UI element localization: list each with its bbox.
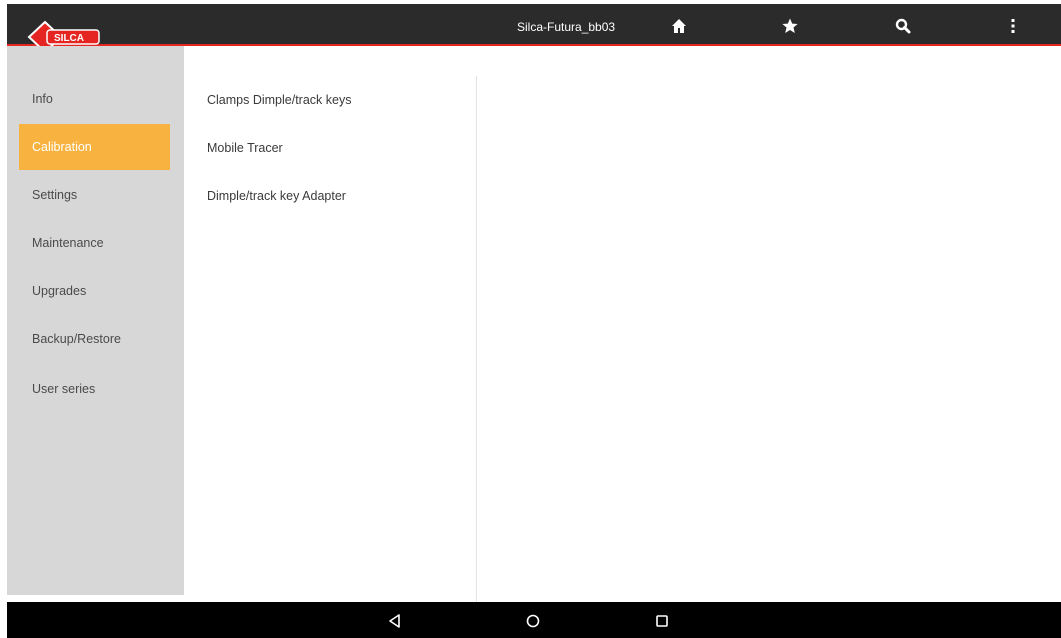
more-vertical-icon[interactable] — [1004, 17, 1022, 35]
top-app-bar: SILCA Silca-Futura_bb03 — [7, 4, 1061, 54]
recents-icon[interactable] — [653, 612, 671, 630]
sidebar-item-upgrades[interactable]: Upgrades — [19, 268, 170, 314]
calibration-item-mobile-tracer[interactable]: Mobile Tracer — [207, 140, 283, 156]
sidebar: Info Calibration Settings Maintenance Up… — [7, 46, 184, 595]
calibration-item-adapter[interactable]: Dimple/track key Adapter — [207, 188, 346, 204]
sidebar-item-info[interactable]: Info — [19, 76, 170, 122]
logo-text: SILCA — [54, 33, 84, 44]
system-navigation-bar — [7, 602, 1061, 638]
back-icon[interactable] — [386, 612, 404, 630]
sidebar-item-settings[interactable]: Settings — [19, 172, 170, 218]
app-title: Silca-Futura_bb03 — [517, 20, 616, 34]
sidebar-item-backup-restore[interactable]: Backup/Restore — [19, 316, 170, 362]
star-icon[interactable] — [781, 17, 799, 35]
app-window: SILCA Silca-Futura_bb03 Info Calibration… — [0, 0, 1061, 638]
search-icon[interactable] — [894, 17, 912, 35]
sidebar-item-maintenance[interactable]: Maintenance — [19, 220, 170, 266]
sidebar-item-user-series[interactable]: User series — [19, 366, 170, 412]
calibration-item-clamps[interactable]: Clamps Dimple/track keys — [207, 92, 351, 108]
detail-panel — [477, 46, 1061, 602]
sidebar-item-calibration[interactable]: Calibration — [19, 124, 170, 170]
home-icon[interactable] — [670, 17, 688, 35]
home-circle-icon[interactable] — [524, 612, 542, 630]
